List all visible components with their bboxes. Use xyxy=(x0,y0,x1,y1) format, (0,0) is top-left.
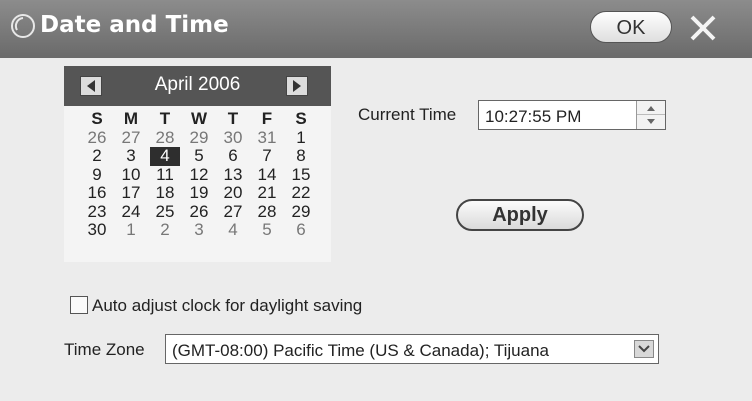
calendar-day[interactable]: 8 xyxy=(286,147,316,165)
calendar-day[interactable]: 20 xyxy=(218,184,248,202)
calendar-day-selected[interactable]: 4 xyxy=(150,147,180,166)
calendar-day[interactable]: 29 xyxy=(184,128,214,147)
weekday-label: S xyxy=(91,109,103,128)
calendar-day[interactable]: 2 xyxy=(150,221,180,239)
calendar-day[interactable]: 28 xyxy=(252,202,282,221)
time-zone-value: (GMT-08:00) Pacific Time (US & Canada); … xyxy=(172,341,549,360)
apply-button[interactable]: Apply xyxy=(456,199,584,231)
calendar-day[interactable]: 1 xyxy=(286,128,316,147)
calendar-header: April 2006 xyxy=(64,66,331,106)
calendar-day[interactable]: 14 xyxy=(252,165,282,184)
calendar-week-row: 2345678 xyxy=(82,147,322,166)
calendar-day[interactable]: 22 xyxy=(286,184,316,202)
weekday-label: S xyxy=(295,109,307,128)
weekday-label: W xyxy=(190,109,208,128)
dropdown-arrow[interactable] xyxy=(634,340,654,358)
calendar-day[interactable]: 24 xyxy=(116,202,146,221)
chevron-down-icon xyxy=(638,345,650,353)
calendar-day[interactable]: 17 xyxy=(116,184,146,202)
weekday-label: T xyxy=(159,109,171,128)
calendar-day[interactable]: 25 xyxy=(150,202,180,221)
weekday-label: T xyxy=(227,109,239,128)
daylight-saving-label: Auto adjust clock for daylight saving xyxy=(92,296,363,315)
calendar-day[interactable]: 2 xyxy=(82,147,112,165)
calendar-day[interactable]: 21 xyxy=(252,184,282,202)
calendar-day[interactable]: 13 xyxy=(218,165,248,184)
time-spinner xyxy=(636,101,665,129)
calendar-day[interactable]: 1 xyxy=(116,221,146,239)
current-time-label: Current Time xyxy=(358,105,457,124)
next-month-button[interactable] xyxy=(286,76,308,96)
calendar-week-row: 26 27 28 29 30 31 1 xyxy=(82,128,322,148)
calendar-day[interactable]: 5 xyxy=(252,221,282,239)
calendar-day[interactable]: 4 xyxy=(218,221,248,239)
calendar-day[interactable]: 7 xyxy=(252,147,282,165)
calendar-week-row: 16 17 18 19 20 21 22 xyxy=(82,184,322,203)
calendar-day[interactable]: 30 xyxy=(82,221,112,239)
calendar-day[interactable]: 18 xyxy=(150,184,180,202)
calendar-day[interactable]: 31 xyxy=(252,128,282,147)
weekday-header-row: S M TWT F S xyxy=(82,110,322,129)
calendar-day[interactable]: 3 xyxy=(116,147,146,165)
daylight-saving-checkbox[interactable] xyxy=(70,296,88,314)
time-zone-label: Time Zone xyxy=(64,340,145,359)
calendar-grid: S M T W T F S 26 27 28 29 30 31 1 2 3 4 5 6 7 8 9 10 11 12 13 14 15… xyxy=(82,110,322,240)
weekday-label: F xyxy=(261,109,273,128)
calendar-week-row: 9 10 11 12 13 14 15 xyxy=(82,165,322,185)
calendar-day[interactable]: 12 xyxy=(184,165,214,184)
calendar: April 2006 S M T W T F S 26 27 28 29 30 31 1 2 3 4 5 6 7 8 9 1… xyxy=(64,66,331,262)
calendar-day[interactable]: 11 xyxy=(150,165,180,184)
ok-button[interactable]: OK xyxy=(590,11,672,43)
calendar-day[interactable]: 15 xyxy=(286,165,316,184)
calendar-day[interactable]: 5 xyxy=(184,147,214,165)
spin-down-button[interactable] xyxy=(637,115,665,129)
calendar-day[interactable]: 30 xyxy=(218,128,248,147)
clock-icon xyxy=(11,14,35,38)
chevron-down-icon xyxy=(647,119,655,124)
close-icon[interactable] xyxy=(683,10,723,46)
calendar-day[interactable]: 29 xyxy=(286,202,316,221)
calendar-week-row: 23 24 25 26 27 28 29 xyxy=(82,202,322,222)
calendar-day[interactable]: 10 xyxy=(116,165,146,184)
calendar-day[interactable]: 6 xyxy=(286,221,316,239)
calendar-day[interactable]: 3 xyxy=(184,221,214,239)
calendar-day[interactable]: 27 xyxy=(116,128,146,147)
title-bar: Date and Time OK xyxy=(0,0,752,58)
time-value: 10:27:55 PM xyxy=(485,107,582,126)
spin-up-button[interactable] xyxy=(637,101,665,115)
arrow-right-icon xyxy=(293,80,301,92)
calendar-day[interactable]: 26 xyxy=(184,202,214,221)
date-time-dialog: Date and Time OK April 2006 S M T W T F S 26 27 2… xyxy=(0,0,752,401)
calendar-day[interactable]: 6 xyxy=(218,147,248,165)
calendar-day[interactable]: 27 xyxy=(218,202,248,221)
weekday-label: M xyxy=(123,109,139,128)
calendar-week-row: 30 1 2 3 4 5 6 xyxy=(82,221,322,240)
chevron-up-icon xyxy=(647,106,655,111)
time-input[interactable]: 10:27:55 PM xyxy=(478,100,666,130)
calendar-day[interactable]: 19 xyxy=(184,184,214,202)
calendar-day[interactable]: 9 xyxy=(82,165,112,184)
calendar-day[interactable]: 23 xyxy=(82,202,112,221)
time-zone-select[interactable]: (GMT-08:00) Pacific Time (US & Canada); … xyxy=(165,334,659,364)
calendar-day[interactable]: 26 xyxy=(82,128,112,147)
calendar-day[interactable]: 28 xyxy=(150,128,180,147)
window-title: Date and Time xyxy=(40,12,229,38)
calendar-day[interactable]: 16 xyxy=(82,184,112,202)
